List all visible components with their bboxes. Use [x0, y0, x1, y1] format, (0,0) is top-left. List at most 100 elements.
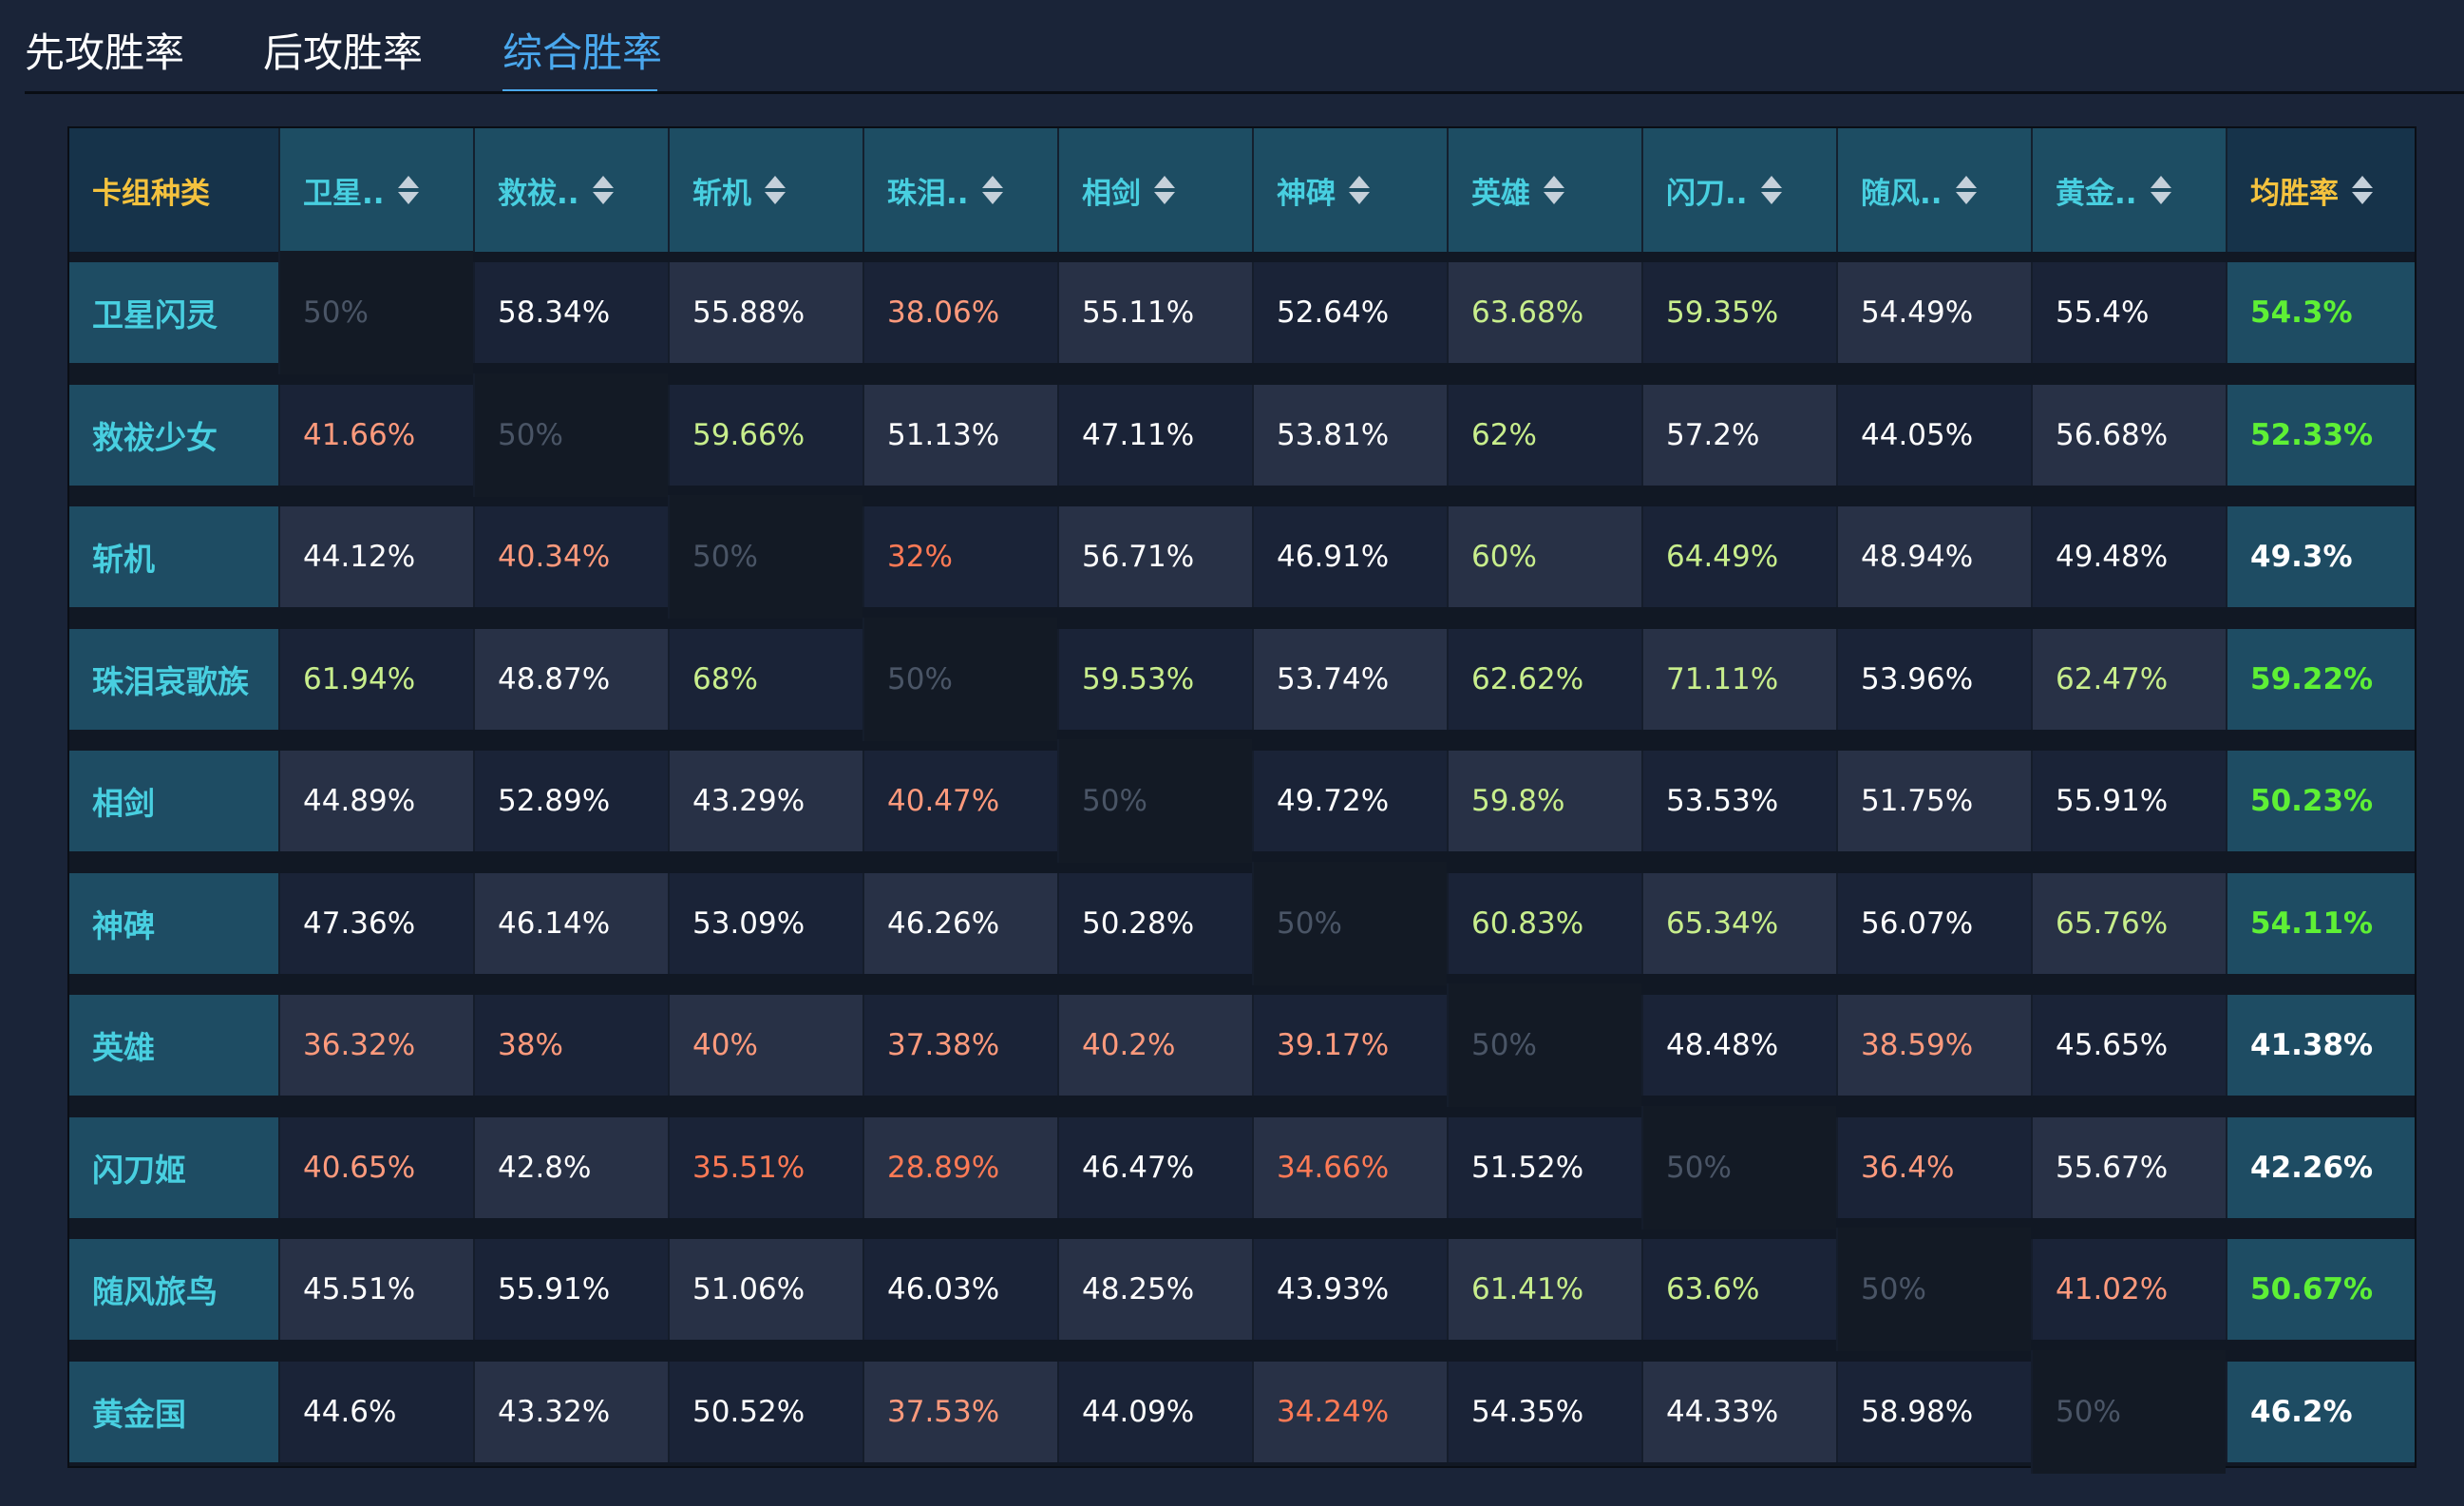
table-cell: 60% [1447, 506, 1641, 607]
cell-value: 60% [1471, 540, 1537, 574]
cell-value: 46.03% [887, 1272, 1000, 1306]
cell-value: 58.98% [1861, 1395, 1974, 1429]
sort-icon[interactable] [1154, 174, 1175, 206]
average-value: 54.3% [2250, 295, 2353, 330]
cell-value: 46.91% [1277, 540, 1390, 574]
sort-icon[interactable] [1760, 174, 1782, 206]
cell-value: 65.76% [2056, 906, 2169, 941]
row-label: 闪刀姬 [69, 1117, 278, 1218]
cell-value: 49.48% [2056, 540, 2169, 574]
cell-value: 55.67% [2056, 1151, 2169, 1185]
table-cell: 55.88% [668, 262, 862, 363]
table-cell: 38% [473, 995, 668, 1096]
cell-value: 28.89% [887, 1151, 1000, 1185]
column-header[interactable]: 卫星.. [278, 128, 473, 252]
cell-value: 58.34% [498, 295, 611, 330]
cell-value: 45.51% [303, 1272, 416, 1306]
cell-value: 34.66% [1277, 1151, 1390, 1185]
cell-value: 62% [1471, 418, 1537, 452]
column-header[interactable]: 黄金.. [2031, 128, 2226, 252]
column-header[interactable]: 珠泪.. [862, 128, 1057, 252]
sort-icon[interactable] [592, 174, 614, 206]
cell-value: 44.09% [1082, 1395, 1195, 1429]
column-header-label: 均胜率 [2250, 176, 2339, 211]
tab-first-move-winrate[interactable]: 先攻胜率 [25, 25, 184, 82]
table-cell: 40.65% [278, 1117, 473, 1218]
cell-value: 63.68% [1471, 295, 1584, 330]
column-header[interactable]: 斩机 [668, 128, 862, 252]
average-value: 54.11% [2250, 906, 2374, 941]
table-cell: 45.51% [278, 1239, 473, 1340]
column-header-label: 相剑 [1082, 176, 1141, 211]
row-label-text: 珠泪哀歌族 [92, 663, 249, 700]
cell-value: 51.52% [1471, 1151, 1584, 1185]
row-label: 相剑 [69, 751, 278, 851]
cell-value: 71.11% [1666, 662, 1779, 696]
table-cell: 63.6% [1641, 1239, 1836, 1340]
cell-value: 44.33% [1666, 1395, 1779, 1429]
cell-value: 44.05% [1861, 418, 1974, 452]
row-label-text: 黄金国 [92, 1396, 186, 1433]
column-header[interactable]: 相剑 [1057, 128, 1252, 252]
table-cell: 65.76% [2031, 873, 2226, 974]
tab-overall-winrate[interactable]: 综合胜率 [502, 25, 662, 82]
table-cell-mirror: 50% [862, 618, 1057, 741]
cell-value: 46.47% [1082, 1151, 1195, 1185]
sort-icon[interactable] [1349, 174, 1370, 206]
cell-value: 50% [1666, 1151, 1732, 1185]
row-label-text: 斩机 [92, 541, 155, 578]
sort-icon[interactable] [1544, 174, 1564, 206]
table-cell: 56.71% [1057, 506, 1252, 607]
cell-value: 56.68% [2056, 418, 2169, 452]
cell-value: 50% [692, 540, 758, 574]
sort-icon[interactable] [765, 174, 786, 206]
column-header[interactable]: 随风.. [1836, 128, 2031, 252]
sort-icon[interactable] [1955, 174, 1977, 206]
table-cell-mirror: 50% [1641, 1106, 1836, 1230]
cell-value: 50% [1277, 906, 1342, 941]
sort-icon[interactable] [2352, 174, 2373, 206]
column-header[interactable]: 救祓.. [473, 128, 668, 252]
column-header-average[interactable]: 均胜率 [2226, 128, 2415, 252]
table-cell: 51.13% [862, 385, 1057, 486]
cell-value: 55.11% [1082, 295, 1195, 330]
cell-value: 40.47% [887, 784, 1000, 818]
table-cell: 53.09% [668, 873, 862, 974]
cell-value: 51.75% [1861, 784, 1974, 818]
average-value: 49.3% [2250, 540, 2353, 574]
table-cell: 49.48% [2031, 506, 2226, 607]
column-header-label: 闪刀.. [1666, 176, 1748, 211]
sort-icon[interactable] [2150, 174, 2171, 206]
table-cell: 47.11% [1057, 385, 1252, 486]
cell-value: 50.52% [692, 1395, 806, 1429]
cell-value: 42.8% [498, 1151, 592, 1185]
column-header[interactable]: 闪刀.. [1641, 128, 1836, 252]
sort-icon[interactable] [397, 174, 419, 206]
table-cell: 50.52% [668, 1362, 862, 1462]
cell-value: 50% [1471, 1028, 1537, 1062]
table-cell: 53.81% [1252, 385, 1447, 486]
table-cell: 44.33% [1641, 1362, 1836, 1462]
table-cell-mirror: 50% [1252, 862, 1447, 985]
table-cell: 51.75% [1836, 751, 2031, 851]
tab-second-move-winrate[interactable]: 后攻胜率 [263, 25, 423, 82]
table-cell: 40% [668, 995, 862, 1096]
cell-value: 37.53% [887, 1395, 1000, 1429]
cell-value: 43.93% [1277, 1272, 1390, 1306]
table-cell: 41.02% [2031, 1239, 2226, 1340]
column-header-label: 救祓.. [498, 176, 579, 211]
cell-value: 38% [498, 1028, 563, 1062]
table-cell: 40.34% [473, 506, 668, 607]
cell-value: 48.87% [498, 662, 611, 696]
table-cell: 48.48% [1641, 995, 1836, 1096]
table-cell: 54.49% [1836, 262, 2031, 363]
column-header[interactable]: 神碑 [1252, 128, 1447, 252]
column-header[interactable]: 英雄 [1447, 128, 1641, 252]
table-cell: 71.11% [1641, 629, 1836, 730]
sort-icon[interactable] [981, 174, 1003, 206]
row-label: 救祓少女 [69, 385, 278, 486]
table-cell: 45.65% [2031, 995, 2226, 1096]
cell-value: 51.13% [887, 418, 1000, 452]
cell-value: 41.02% [2056, 1272, 2169, 1306]
column-header-label: 斩机 [692, 176, 751, 211]
